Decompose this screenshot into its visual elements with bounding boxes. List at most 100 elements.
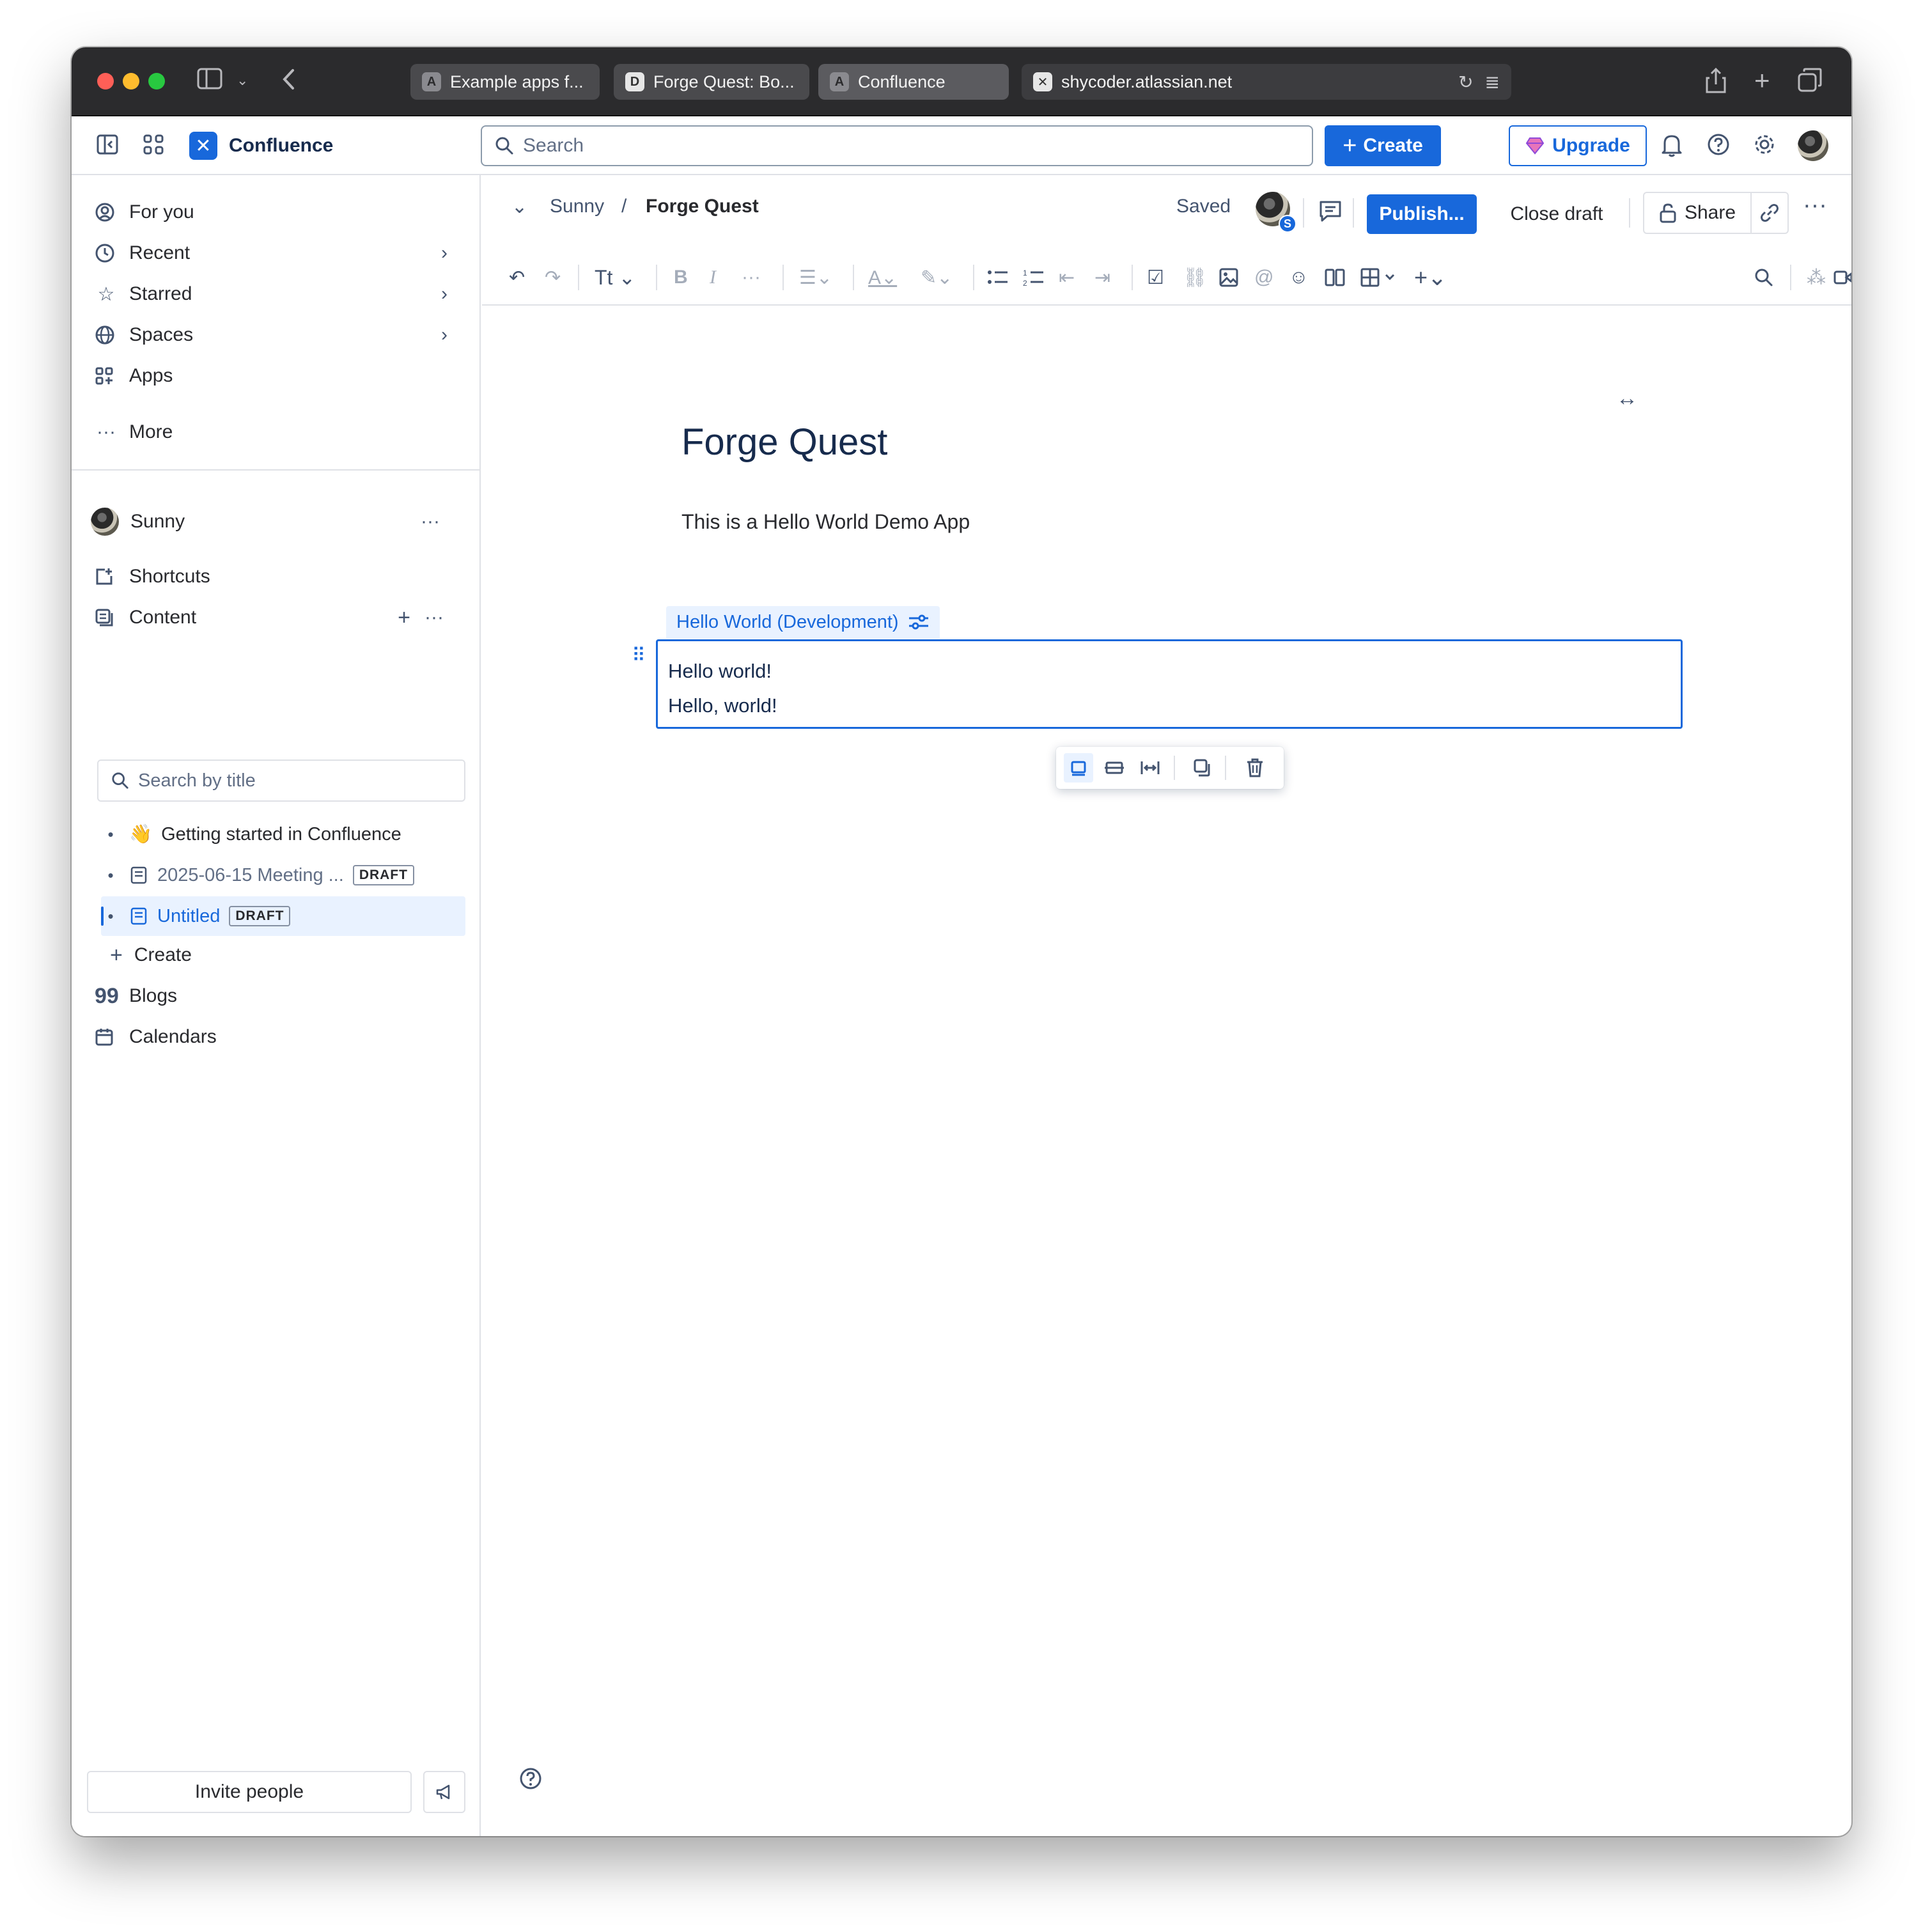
outdent-icon[interactable]: ⇤ (1059, 263, 1075, 292)
ai-sparkle-icon[interactable]: ⁂ (1807, 263, 1826, 292)
action-item-icon[interactable]: ☑ (1147, 263, 1164, 292)
comment-icon[interactable] (1318, 199, 1343, 224)
tab-overview-icon[interactable] (1798, 68, 1822, 92)
text-color-icon[interactable]: A⌄ (868, 263, 897, 292)
sidebar-create-button[interactable]: + Create (110, 937, 481, 973)
bullet: • (107, 865, 114, 885)
settings-gear-icon[interactable] (1753, 133, 1776, 156)
zoom-window-button[interactable] (148, 73, 165, 90)
sidebar-item-recent[interactable]: Recent › (95, 235, 465, 271)
layout-full-width-icon[interactable] (1135, 753, 1165, 783)
notifications-bell-icon[interactable] (1661, 133, 1683, 157)
sidebar-toggle-icon[interactable] (197, 68, 222, 90)
sidebar-item-apps[interactable]: Apps (95, 358, 465, 394)
undo-icon[interactable]: ↶ (509, 263, 525, 292)
layout-wide-icon[interactable] (1100, 753, 1129, 783)
link-icon[interactable]: ⛓ (1183, 263, 1207, 292)
browser-tab-example-apps[interactable]: A Example apps f... (410, 64, 600, 100)
layout-center-icon[interactable] (1064, 753, 1093, 783)
confluence-home-link[interactable]: ✕ Confluence (189, 132, 333, 160)
share-sheet-icon[interactable] (1706, 68, 1726, 93)
app-switcher-icon[interactable] (142, 133, 165, 156)
browser-tab-forge-quest[interactable]: D Forge Quest: Bo... (614, 64, 809, 100)
draft-badge: DRAFT (229, 906, 291, 926)
more-formatting-icon[interactable]: ··· (742, 263, 761, 292)
collapse-sidebar-icon[interactable] (96, 133, 119, 156)
close-draft-button[interactable]: Close draft (1488, 194, 1625, 234)
more-actions-icon[interactable]: ··· (1803, 192, 1827, 219)
bullet-list-icon[interactable] (987, 263, 1009, 292)
publish-button[interactable]: Publish... (1367, 194, 1477, 234)
reader-icon[interactable]: ≣ (1485, 72, 1500, 93)
reload-icon[interactable]: ↻ (1458, 72, 1473, 93)
breadcrumb-space[interactable]: Sunny (550, 196, 604, 217)
sidebar-item-content[interactable]: Content + ··· (95, 600, 465, 635)
upgrade-button[interactable]: Upgrade (1509, 125, 1647, 166)
mention-icon[interactable]: @ (1254, 263, 1273, 292)
sidebar-item-more[interactable]: ··· More (95, 414, 465, 450)
copy-link-icon[interactable] (1752, 192, 1789, 234)
layouts-icon[interactable] (1325, 263, 1345, 292)
italic-icon[interactable]: I (710, 263, 716, 292)
indent-icon[interactable]: ⇥ (1094, 263, 1110, 292)
insert-plus-icon[interactable]: +⌄ (1414, 263, 1447, 292)
minimize-window-button[interactable] (123, 73, 139, 90)
search-by-title-input[interactable] (138, 770, 439, 791)
collapse-chevron-icon[interactable]: ⌄ (511, 196, 527, 218)
back-icon[interactable] (281, 68, 297, 91)
macro-label[interactable]: Hello World (Development) (666, 606, 940, 638)
search-input[interactable] (523, 135, 1259, 157)
space-header[interactable]: Sunny ··· (91, 504, 462, 540)
bold-icon[interactable]: B (674, 263, 688, 292)
page-title[interactable]: Forge Quest (681, 421, 887, 464)
address-bar[interactable]: ✕ shycoder.atlassian.net ↻ ≣ (1022, 64, 1511, 100)
share-button[interactable]: Share (1643, 192, 1752, 234)
sidebar-item-blogs[interactable]: 99 Blogs (95, 978, 465, 1014)
close-window-button[interactable] (97, 73, 114, 90)
forge-app-macro[interactable]: Hello world! Hello, world! (656, 639, 1683, 729)
page-tree-item[interactable]: • 👋 Getting started in Confluence (101, 814, 465, 854)
global-search[interactable] (481, 125, 1313, 166)
video-icon[interactable] (1833, 263, 1851, 292)
page-tree-item[interactable]: • 2025-06-15 Meeting ... DRAFT (101, 855, 465, 895)
page-emoji: 👋 (129, 824, 153, 845)
space-more-icon[interactable]: ··· (421, 511, 440, 533)
numbered-list-icon[interactable]: 12 (1023, 263, 1045, 292)
copy-icon[interactable] (1188, 753, 1217, 783)
sidebar-item-shortcuts[interactable]: Shortcuts (95, 559, 465, 595)
create-button[interactable]: + Create (1325, 125, 1441, 166)
image-icon[interactable] (1218, 263, 1239, 292)
sidebar-item-for-you[interactable]: For you (95, 194, 465, 230)
page-paragraph[interactable]: This is a Hello World Demo App (681, 510, 970, 534)
chevron-right-icon[interactable]: › (441, 324, 448, 346)
expand-width-icon[interactable]: ↔ (1616, 386, 1638, 411)
delete-trash-icon[interactable] (1240, 753, 1270, 783)
align-icon[interactable]: ☰⌄ (799, 263, 832, 292)
add-content-icon[interactable]: + (398, 605, 410, 630)
sidebar-item-starred[interactable]: ☆ Starred › (95, 276, 465, 312)
highlight-icon[interactable]: ✎⌄ (921, 263, 953, 292)
apps-icon (95, 366, 118, 386)
sidebar-item-calendars[interactable]: Calendars (95, 1019, 465, 1055)
help-icon[interactable] (1707, 133, 1730, 156)
content-more-icon[interactable]: ··· (424, 607, 444, 628)
page-tree-item-selected[interactable]: • Untitled DRAFT (101, 896, 465, 936)
invite-people-button[interactable]: Invite people (87, 1771, 412, 1813)
profile-avatar[interactable] (1798, 130, 1828, 161)
find-replace-icon[interactable] (1754, 263, 1773, 292)
macro-settings-icon[interactable] (908, 613, 930, 631)
chevron-right-icon[interactable]: › (441, 242, 448, 264)
drag-handle-icon[interactable]: ⠿ (632, 644, 646, 667)
emoji-icon[interactable]: ☺ (1289, 263, 1309, 292)
chevron-right-icon[interactable]: › (441, 283, 448, 305)
help-icon[interactable] (519, 1767, 545, 1793)
sidebar-item-spaces[interactable]: Spaces › (95, 317, 465, 353)
chevron-down-icon[interactable]: ⌄ (237, 68, 248, 93)
text-style-icon[interactable]: Tt ⌄ (595, 263, 635, 292)
table-icon[interactable] (1360, 263, 1396, 292)
browser-tab-confluence[interactable]: A Confluence (818, 64, 1009, 100)
feedback-megaphone-icon[interactable] (423, 1771, 465, 1813)
content-search[interactable] (97, 760, 465, 802)
redo-icon[interactable]: ↷ (545, 263, 561, 292)
new-tab-icon[interactable]: + (1754, 67, 1770, 94)
